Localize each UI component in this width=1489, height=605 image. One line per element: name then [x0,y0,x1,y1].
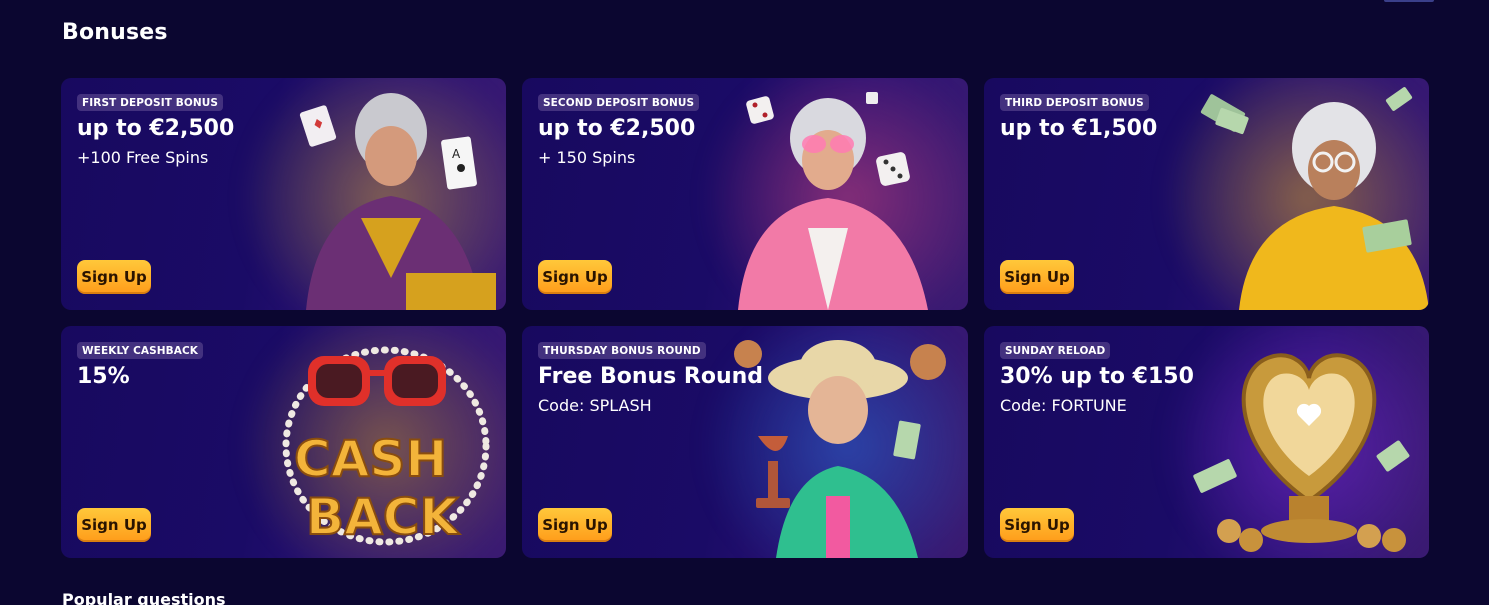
bonus-grid: FIRST DEPOSIT BONUS up to €2,500 +100 Fr… [61,78,1429,558]
svg-text:CASH: CASH [294,430,447,488]
svg-text:A: A [452,147,461,161]
svg-text:BACK: BACK [306,488,461,546]
bonus-headline: 15% [77,364,130,389]
sign-up-button[interactable]: Sign Up [77,260,151,294]
bonus-card-thursday-bonus-round[interactable]: THURSDAY BONUS ROUND Free Bonus Round Co… [522,326,968,558]
cashback-sunglasses-pearls-illustration: CASH BACK [282,346,490,547]
sign-up-button[interactable]: Sign Up [1000,260,1074,294]
bonus-subline: Code: SPLASH [538,396,652,415]
popular-questions-heading: Popular questions [62,590,226,605]
grandma-in-pink-fur-with-dice-illustration [738,92,928,310]
bonus-card-sunday-reload[interactable]: SUNDAY RELOAD 30% up to €150 Code: FORTU… [984,326,1429,558]
bonus-subline: Code: FORTUNE [1000,396,1127,415]
golden-heart-trophy-coins-illustration [1193,353,1410,552]
bonus-headline: up to €2,500 [538,116,696,141]
bonus-card-second-deposit[interactable]: SECOND DEPOSIT BONUS up to €2,500 + 150 … [522,78,968,310]
sign-up-button[interactable]: Sign Up [1000,508,1074,542]
sign-up-button[interactable]: Sign Up [538,508,612,542]
section-title: Bonuses [62,20,168,45]
bonus-subline: + 150 Spins [538,148,636,167]
bonus-badge: THIRD DEPOSIT BONUS [1000,94,1149,111]
grandma-with-hat-and-trophy-illustration [734,340,946,558]
bonus-subline: +100 Free Spins [77,148,209,167]
bonus-card-weekly-cashback[interactable]: WEEKLY CASHBACK 15% Sign Up CASH BACK [61,326,506,558]
bonus-badge: THURSDAY BONUS ROUND [538,342,706,359]
bonus-headline: 30% up to €150 [1000,364,1194,389]
sign-up-button[interactable]: Sign Up [77,508,151,542]
bonus-headline: up to €1,500 [1000,116,1158,141]
grandma-in-yellow-with-banknotes-illustration [1200,87,1429,310]
bonus-badge: SECOND DEPOSIT BONUS [538,94,700,111]
bonus-badge: SUNDAY RELOAD [1000,342,1111,359]
bonus-badge: WEEKLY CASHBACK [77,342,204,359]
bonus-card-first-deposit[interactable]: FIRST DEPOSIT BONUS up to €2,500 +100 Fr… [61,78,506,310]
sign-up-button[interactable]: Sign Up [538,260,612,294]
bonus-headline: up to €2,500 [77,116,235,141]
top-edge-tab [1384,0,1434,2]
bonus-card-third-deposit[interactable]: THIRD DEPOSIT BONUS up to €1,500 Sign Up [984,78,1429,310]
bonus-badge: FIRST DEPOSIT BONUS [77,94,224,111]
grandma-with-playing-cards-illustration: A [299,93,496,310]
